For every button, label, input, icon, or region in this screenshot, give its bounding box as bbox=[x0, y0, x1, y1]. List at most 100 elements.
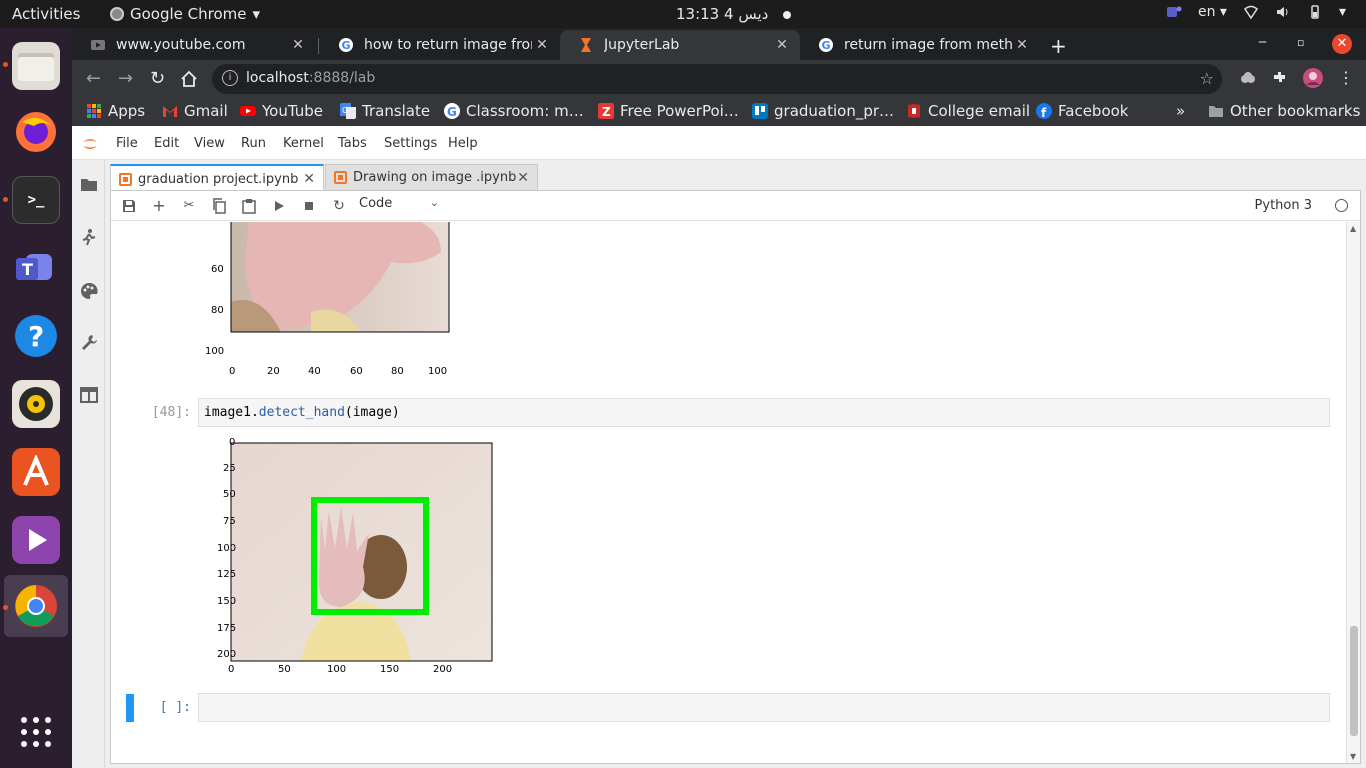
rhythmbox-icon[interactable] bbox=[12, 380, 60, 428]
bookmark-label: Free PowerPoi… bbox=[620, 102, 739, 120]
save-icon[interactable] bbox=[121, 198, 137, 214]
close-window-icon[interactable]: ✕ bbox=[1332, 34, 1352, 54]
power-menu-chevron-icon[interactable]: ▾ bbox=[1339, 4, 1346, 20]
activities-button[interactable]: Activities bbox=[12, 5, 80, 23]
notebook-tab-title: graduation project.ipynb bbox=[138, 171, 299, 187]
bookmark-gmail[interactable]: Gmail bbox=[162, 102, 228, 120]
scrollbar-thumb[interactable] bbox=[1350, 626, 1358, 736]
show-applications-icon[interactable] bbox=[12, 708, 60, 756]
bookmark-label: YouTube bbox=[262, 102, 323, 120]
code-cell-input[interactable]: image1.detect_hand(image) bbox=[198, 398, 1330, 427]
back-arrow-icon[interactable]: ← bbox=[86, 68, 101, 89]
notebook-tab-drawing-on-image[interactable]: Drawing on image .ipynb ✕ bbox=[325, 164, 538, 190]
files-icon[interactable] bbox=[12, 42, 60, 90]
x-tick-label: 80 bbox=[391, 366, 404, 377]
interrupt-kernel-icon[interactable] bbox=[301, 198, 317, 214]
bookmark-translate[interactable]: G Translate bbox=[340, 102, 430, 120]
firefox-icon[interactable] bbox=[12, 108, 60, 156]
chrome-tab-youtube[interactable]: www.youtube.com ✕ bbox=[72, 30, 316, 60]
property-palette-icon[interactable] bbox=[80, 282, 98, 300]
chrome-tab-jupyterlab[interactable]: JupyterLab ✕ bbox=[560, 30, 800, 60]
chrome-tab-return-image[interactable]: G return image from metho ✕ bbox=[800, 30, 1040, 60]
code-arguments: (image) bbox=[344, 405, 400, 420]
google-chrome-icon[interactable] bbox=[12, 582, 60, 630]
address-bar[interactable]: i localhost:8888/lab ☆ bbox=[212, 64, 1222, 94]
menu-run[interactable]: Run bbox=[241, 136, 266, 151]
keyboard-layout[interactable]: en ▾ bbox=[1198, 4, 1227, 20]
bookmark-star-icon[interactable]: ☆ bbox=[1200, 69, 1214, 88]
bookmark-facebook[interactable]: f Facebook bbox=[1036, 102, 1128, 120]
teams-tray-icon[interactable] bbox=[1166, 4, 1182, 20]
y-tick-label: 200 bbox=[217, 649, 237, 660]
app-menu[interactable]: Google Chrome ▾ bbox=[110, 5, 260, 23]
scroll-down-arrow-icon[interactable]: ▼ bbox=[1350, 752, 1356, 761]
help-icon[interactable]: ? bbox=[12, 312, 60, 360]
bookmark-graduation[interactable]: graduation_pr… bbox=[752, 102, 894, 120]
forward-arrow-icon[interactable]: → bbox=[118, 68, 133, 89]
file-browser-folder-icon[interactable] bbox=[80, 176, 98, 194]
run-cell-icon[interactable] bbox=[271, 198, 287, 214]
bookmark-apps[interactable]: Apps bbox=[86, 102, 145, 120]
system-tray[interactable]: en ▾ ▾ bbox=[1166, 4, 1346, 20]
tab-close-icon[interactable]: ✕ bbox=[303, 171, 315, 187]
menu-settings[interactable]: Settings bbox=[384, 136, 437, 151]
scroll-up-arrow-icon[interactable]: ▲ bbox=[1350, 224, 1356, 233]
paste-cell-icon[interactable] bbox=[241, 198, 257, 214]
terminal-icon[interactable]: >_ bbox=[12, 176, 60, 224]
other-bookmarks-folder[interactable]: Other bookmarks bbox=[1208, 102, 1360, 120]
kernel-name[interactable]: Python 3 bbox=[1255, 198, 1312, 213]
notebook-tab-graduation-project[interactable]: graduation project.ipynb ✕ bbox=[110, 164, 324, 192]
running-kernels-icon[interactable] bbox=[80, 228, 98, 246]
bookmark-college-email[interactable]: College email bbox=[906, 102, 1030, 120]
clock[interactable]: 13:13 4 ديس bbox=[676, 5, 792, 23]
bookmark-youtube[interactable]: YouTube bbox=[240, 102, 323, 120]
menu-help[interactable]: Help bbox=[448, 136, 478, 151]
notebook-scrollbar[interactable]: ▲ ▼ bbox=[1346, 222, 1360, 763]
tab-close-icon[interactable]: ✕ bbox=[1012, 37, 1032, 53]
battery-icon[interactable] bbox=[1307, 4, 1323, 20]
menu-view[interactable]: View bbox=[194, 136, 225, 151]
chrome-tab-how-to-return[interactable]: G how to return image from ✕ bbox=[320, 30, 560, 60]
cut-cell-icon[interactable]: ✂ bbox=[181, 198, 197, 214]
college-email-icon bbox=[908, 104, 920, 118]
menu-file[interactable]: File bbox=[116, 136, 138, 151]
y-tick-label: 50 bbox=[223, 489, 236, 500]
tab-close-icon[interactable]: ✕ bbox=[517, 170, 529, 186]
bookmark-classroom[interactable]: G Classroom: m… bbox=[444, 102, 584, 120]
volume-icon[interactable] bbox=[1275, 4, 1291, 20]
site-info-icon[interactable]: i bbox=[222, 70, 238, 86]
network-icon[interactable] bbox=[1243, 4, 1259, 20]
bookmarks-overflow-button[interactable]: » bbox=[1176, 102, 1185, 120]
tab-close-icon[interactable]: ✕ bbox=[772, 37, 792, 53]
maximize-window-icon[interactable]: ▫ bbox=[1297, 36, 1304, 49]
bookmark-free-powerpoint[interactable]: Z Free PowerPoi… bbox=[598, 102, 739, 120]
tabs-panel-icon[interactable] bbox=[80, 386, 98, 404]
cell-type-value: Code bbox=[359, 196, 393, 211]
videos-icon[interactable] bbox=[12, 516, 60, 564]
new-tab-button[interactable]: + bbox=[1050, 34, 1067, 58]
insert-cell-icon[interactable]: + bbox=[151, 198, 167, 214]
translate-icon: G bbox=[340, 103, 356, 119]
code-cell-input-empty[interactable] bbox=[198, 693, 1330, 722]
extension-cloud-icon[interactable] bbox=[1239, 69, 1257, 87]
profile-avatar[interactable] bbox=[1302, 67, 1324, 89]
figure2-x-axis: 0 50 100 150 200 bbox=[228, 664, 508, 678]
chrome-menu-icon[interactable]: ⋮ bbox=[1338, 68, 1354, 87]
copy-cell-icon[interactable] bbox=[211, 198, 227, 214]
wrench-tools-icon[interactable] bbox=[80, 334, 98, 352]
menu-tabs[interactable]: Tabs bbox=[338, 136, 367, 151]
home-icon[interactable] bbox=[180, 70, 198, 88]
minimize-window-icon[interactable]: ‒ bbox=[1258, 34, 1267, 50]
y-tick-label: 75 bbox=[223, 516, 236, 527]
ubuntu-software-icon[interactable] bbox=[12, 448, 60, 496]
restart-kernel-icon[interactable]: ↻ bbox=[331, 198, 347, 214]
extensions-puzzle-icon[interactable] bbox=[1271, 69, 1289, 87]
microsoft-teams-icon[interactable]: T bbox=[12, 244, 60, 292]
cell-type-dropdown[interactable]: Code ⌄ bbox=[359, 196, 439, 216]
y-tick-label: 150 bbox=[217, 596, 237, 607]
menu-kernel[interactable]: Kernel bbox=[283, 136, 324, 151]
menu-edit[interactable]: Edit bbox=[154, 136, 179, 151]
tab-close-icon[interactable]: ✕ bbox=[532, 37, 552, 53]
reload-icon[interactable]: ↻ bbox=[150, 68, 165, 89]
tab-close-icon[interactable]: ✕ bbox=[288, 37, 308, 53]
